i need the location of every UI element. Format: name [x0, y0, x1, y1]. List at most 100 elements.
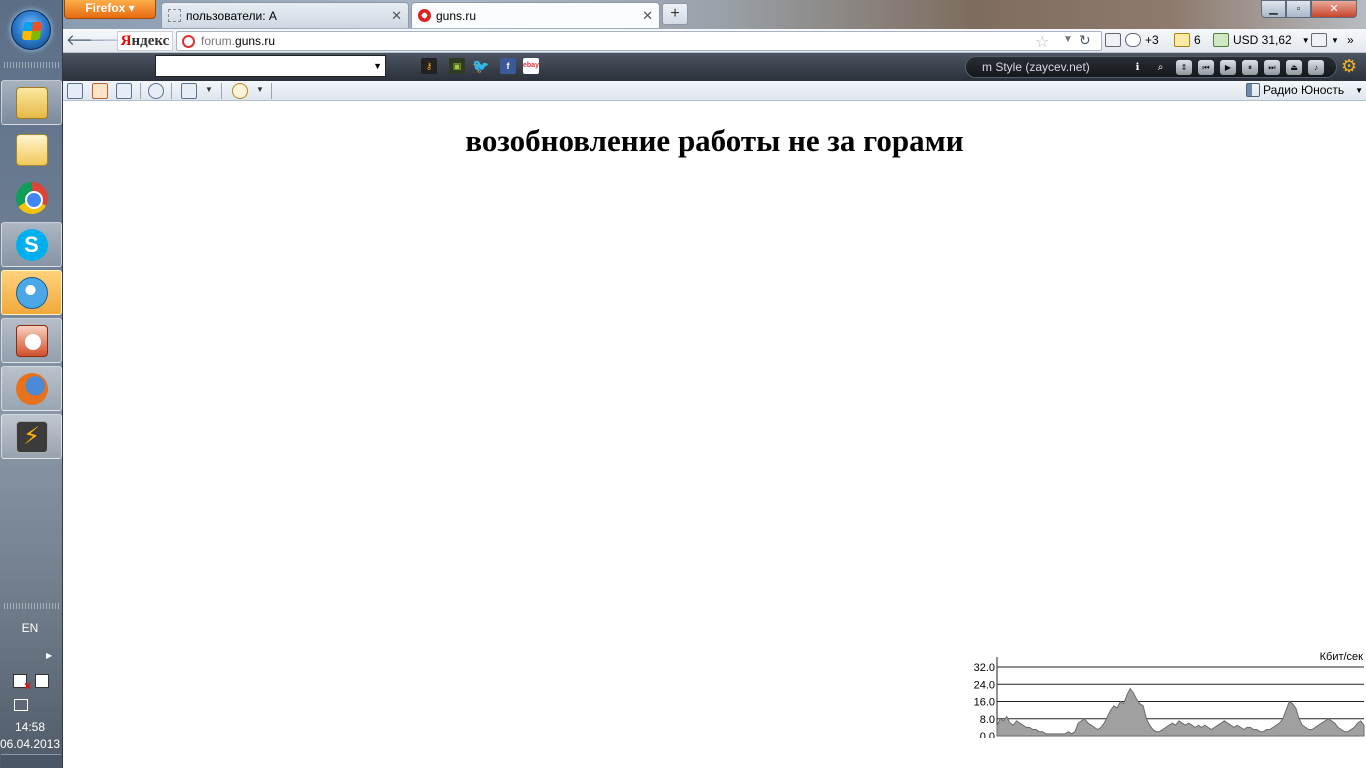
- url-domain: guns.ru: [235, 34, 276, 48]
- taskbar: S ⚡ EN ▶ 14:58 06.04.2013: [0, 0, 63, 768]
- addon-refresh-icon[interactable]: [148, 83, 164, 99]
- bookmarks-menu-icon: [1311, 33, 1327, 47]
- tab-close-icon[interactable]: ✕: [642, 8, 653, 24]
- maximize-button[interactable]: ▫: [1286, 0, 1311, 18]
- key-tool-icon[interactable]: ⚷: [421, 58, 437, 74]
- tray-grip[interactable]: [4, 603, 59, 609]
- show-desktop-button[interactable]: [1, 754, 61, 768]
- taskbar-app-outlook[interactable]: [1, 127, 62, 172]
- clock-date[interactable]: 06.04.2013: [0, 737, 60, 751]
- site-identity-icon[interactable]: [182, 35, 195, 48]
- url-bar[interactable]: forum.guns.ru: [176, 31, 1102, 51]
- yandex-logo-button[interactable]: Яндекс: [117, 31, 173, 51]
- url-history-dropdown-icon[interactable]: ▼: [1063, 34, 1073, 45]
- yandex-bar-menu[interactable]: ▼: [1311, 33, 1339, 47]
- language-indicator[interactable]: EN: [0, 621, 60, 635]
- addon-screenshot-icon[interactable]: [181, 83, 197, 99]
- taskbar-app-powerpoint[interactable]: [1, 318, 62, 363]
- bookmark-star-icon[interactable]: ☆: [1035, 32, 1049, 52]
- system-tray: [13, 674, 53, 693]
- chat-dropdown-icon[interactable]: ▼: [256, 85, 264, 94]
- minimize-button[interactable]: ▁: [1261, 0, 1286, 18]
- close-window-button[interactable]: ✕: [1311, 0, 1357, 18]
- addon-profile-icon[interactable]: [116, 83, 132, 99]
- outlook-icon: [15, 133, 48, 166]
- radio-station-label: Радио Юность: [1263, 83, 1345, 97]
- notes-widget[interactable]: 6: [1174, 33, 1201, 47]
- clipboard-icon[interactable]: [35, 674, 49, 688]
- tray-expand-icon[interactable]: ▶: [46, 651, 52, 660]
- radio-dropdown-icon[interactable]: ▼: [1355, 86, 1363, 95]
- network-traffic-monitor[interactable]: Кбит/сек 0.0 8.0 16.0 24.0 32.0: [967, 645, 1366, 738]
- player-settings-gear-icon[interactable]: ⚙: [1341, 57, 1357, 75]
- player-next-button[interactable]: ⏭: [1264, 60, 1280, 75]
- mail-count: +3: [1145, 33, 1159, 47]
- ebay-icon[interactable]: ebay: [523, 58, 539, 74]
- addon-tools-icon[interactable]: [92, 83, 108, 99]
- taskbar-grip[interactable]: [4, 62, 59, 68]
- forward-button[interactable]: 🡒: [89, 32, 129, 50]
- toolbar-separator: [140, 83, 141, 99]
- toolbar-search-combo[interactable]: ▼: [155, 55, 386, 77]
- reload-icon[interactable]: ↻: [1079, 32, 1091, 49]
- tab-close-icon[interactable]: ✕: [391, 8, 402, 24]
- taskbar-app-firefox[interactable]: [1, 366, 62, 411]
- twitter-icon[interactable]: 🐦: [472, 58, 489, 74]
- toolbar-overflow-icon[interactable]: »: [1347, 33, 1354, 47]
- currency-value: USD 31,62: [1233, 33, 1292, 47]
- page-heading: возобновление работы не за горами: [465, 123, 964, 158]
- speaker-muted-icon[interactable]: [1246, 83, 1260, 97]
- windows-logo-icon: [21, 22, 43, 40]
- network-icon[interactable]: [14, 699, 28, 711]
- notes-icon: [1174, 33, 1190, 47]
- start-button[interactable]: [11, 10, 51, 50]
- player-pause-button[interactable]: ⏸: [1242, 60, 1258, 75]
- chart-tick-label: 32.0: [974, 662, 995, 674]
- addon-chat-icon[interactable]: [232, 83, 248, 99]
- taskbar-app-qip[interactable]: [1, 270, 62, 315]
- traffic-chart: Кбит/сек 0.0 8.0 16.0 24.0 32.0: [974, 651, 1365, 738]
- currency-dropdown-icon[interactable]: ▼: [1302, 36, 1310, 45]
- player-play-button[interactable]: ▶: [1220, 60, 1236, 75]
- navigation-bar: 🡐 🡒 Яндекс forum.guns.ru ☆ ▼ ↻ +3 6 USD …: [63, 29, 1366, 53]
- firefox-icon: [15, 372, 48, 405]
- player-search-icon[interactable]: ⌕: [1153, 60, 1168, 75]
- notes-count: 6: [1194, 33, 1201, 47]
- tab-title: пользователи: А: [186, 8, 277, 23]
- taskbar-app-winamp[interactable]: ⚡: [1, 414, 62, 459]
- taskbar-app-chrome[interactable]: [1, 175, 62, 220]
- player-mute-button[interactable]: ♪: [1308, 60, 1324, 75]
- player-eject-button[interactable]: ⏏: [1286, 60, 1302, 75]
- tab-guns-ru[interactable]: guns.ru ✕: [411, 2, 660, 28]
- weather-cloud-icon: [1125, 33, 1141, 47]
- bookmarks-dropdown-icon: ▼: [1331, 35, 1339, 45]
- folder-icon: [15, 86, 48, 119]
- tab-users[interactable]: пользователи: А ✕: [161, 2, 409, 28]
- currency-widget[interactable]: USD 31,62 ▼: [1213, 33, 1310, 47]
- action-center-icon[interactable]: [13, 674, 31, 693]
- radio-station-selector[interactable]: Радио Юность ▼: [1246, 83, 1363, 97]
- info-icon[interactable]: ℹ: [1130, 60, 1145, 75]
- player-track-title: m Style (zaycev.net): [982, 60, 1090, 74]
- firefox-menu-button[interactable]: Firefox ▾: [64, 0, 156, 19]
- player-prev-button[interactable]: ⏮: [1198, 60, 1214, 75]
- blank-page-icon: [168, 9, 181, 22]
- player-volume-button[interactable]: ⇕: [1176, 60, 1192, 75]
- taskbar-app-explorer[interactable]: [1, 80, 62, 125]
- combo-dropdown-icon[interactable]: ▼: [373, 61, 382, 71]
- mail-icon: [1105, 33, 1121, 47]
- back-button[interactable]: 🡐: [66, 32, 106, 50]
- addon-toolbar: ▼ ▼ Радио Юность ▼: [63, 81, 1366, 101]
- screenshot-dropdown-icon[interactable]: ▼: [205, 85, 213, 94]
- clock-time[interactable]: 14:58: [0, 720, 60, 734]
- winamp-icon: ⚡: [15, 420, 48, 453]
- addon-news-icon[interactable]: [67, 83, 83, 99]
- facebook-icon[interactable]: f: [500, 58, 516, 74]
- tab-title: guns.ru: [436, 8, 477, 23]
- taskbar-app-skype[interactable]: S: [1, 222, 62, 267]
- yandex-mail-widget[interactable]: +3: [1105, 33, 1159, 47]
- currency-icon: [1213, 33, 1229, 47]
- android-icon[interactable]: ▣: [449, 58, 465, 74]
- title-bar: Firefox ▾ пользователи: А ✕ guns.ru ✕ + …: [63, 0, 1366, 29]
- new-tab-button[interactable]: +: [662, 3, 688, 25]
